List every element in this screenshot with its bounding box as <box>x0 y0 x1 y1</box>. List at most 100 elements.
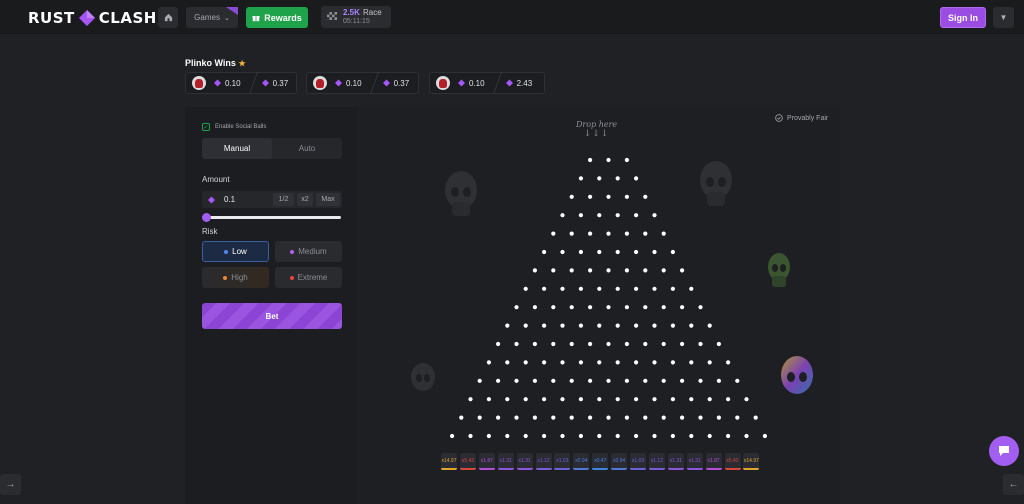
peg <box>578 433 583 439</box>
peg <box>680 305 685 310</box>
green-skull-decoration-icon <box>768 253 790 287</box>
peg <box>569 341 574 347</box>
gem-icon <box>208 196 215 203</box>
peg <box>643 378 648 383</box>
peg <box>716 378 721 383</box>
peg <box>588 341 593 347</box>
peg <box>597 397 602 402</box>
win-card[interactable]: 0.10 0.37 <box>185 72 297 94</box>
double-button[interactable]: x2 <box>297 193 313 206</box>
top-bar: RUST CLASH Games ⌄ Rewards 2.5K Race 05:… <box>0 0 1024 34</box>
max-button[interactable]: Max <box>316 193 340 206</box>
multiplier-bucket: x0.47 <box>592 453 609 470</box>
amount-label: Amount <box>202 175 230 184</box>
peg <box>606 268 611 273</box>
games-dropdown[interactable]: Games ⌄ <box>186 7 238 28</box>
risk-extreme-button[interactable]: Extreme <box>275 267 342 288</box>
peg <box>496 378 501 383</box>
rainbow-skull-decoration-icon <box>781 356 813 394</box>
gem-icon <box>382 79 390 87</box>
peg <box>670 360 675 365</box>
peg <box>615 397 620 402</box>
peg <box>496 341 501 347</box>
win-card[interactable]: 0.10 2.43 <box>429 72 545 94</box>
peg <box>588 415 593 420</box>
sign-in-button[interactable]: Sign In <box>940 7 986 28</box>
multiplier-bucket: x1.31 <box>686 453 703 470</box>
peg <box>588 194 593 199</box>
peg-field <box>450 157 767 439</box>
peg <box>606 378 611 383</box>
peg <box>578 286 583 291</box>
amount-slider-track[interactable] <box>205 216 341 219</box>
peg <box>753 415 758 420</box>
social-balls-toggle[interactable]: ✓ Enable Social Balls <box>202 123 266 131</box>
bet-button[interactable]: Bet <box>202 303 342 329</box>
provably-fair-link[interactable]: Provably Fair <box>775 114 828 122</box>
avatar <box>436 76 450 90</box>
low-dot-icon <box>224 249 229 254</box>
race-timer: 05:11:15 <box>343 18 370 25</box>
peg <box>615 213 620 218</box>
peg <box>698 305 703 310</box>
peg <box>624 268 629 273</box>
peg <box>634 176 639 181</box>
peg <box>578 249 583 255</box>
win-payout: 0.37 <box>382 78 410 88</box>
risk-high-button[interactable]: High <box>202 267 269 288</box>
tab-auto[interactable]: Auto <box>272 138 342 159</box>
race-flag-icon <box>327 12 337 20</box>
expand-right-panel-button[interactable]: ← <box>1003 474 1024 495</box>
multiplier-bucket: x0.94 <box>573 453 590 470</box>
peg <box>578 213 583 218</box>
peg <box>698 415 703 420</box>
home-button[interactable] <box>158 7 178 28</box>
peg <box>578 397 583 402</box>
provably-fair-label: Provably Fair <box>787 114 829 122</box>
amount-field[interactable]: 0.1 1/2 x2 Max <box>202 191 342 208</box>
peg <box>707 360 712 365</box>
risk-medium-button[interactable]: Medium <box>275 241 342 262</box>
peg <box>597 249 602 255</box>
amount-input[interactable]: 0.1 <box>224 195 273 204</box>
peg <box>560 323 565 328</box>
peg <box>652 323 657 328</box>
peg <box>588 231 593 236</box>
half-button[interactable]: 1/2 <box>273 193 294 206</box>
divider <box>492 72 502 94</box>
peg <box>624 305 629 310</box>
peg <box>597 286 602 291</box>
site-logo[interactable]: RUST CLASH <box>28 9 157 27</box>
peg <box>689 397 694 402</box>
peg <box>680 378 685 383</box>
race-widget[interactable]: 2.5K Race 05:11:15 <box>321 6 391 28</box>
peg <box>624 378 629 383</box>
checkbox-checked-icon[interactable]: ✓ <box>202 123 210 131</box>
peg <box>716 341 721 347</box>
menu-dropdown-button[interactable]: ▼ <box>993 7 1014 28</box>
peg <box>661 268 666 273</box>
rewards-button[interactable]: Rewards <box>246 7 308 28</box>
multiplier-bucket: x5.42 <box>724 453 741 470</box>
peg <box>634 433 639 439</box>
peg <box>726 397 731 402</box>
peg <box>505 397 510 402</box>
chat-button[interactable] <box>989 436 1019 466</box>
multiplier-bucket: x14.97 <box>743 453 760 470</box>
peg <box>744 433 749 439</box>
peg <box>652 433 657 439</box>
multiplier-bucket: x1.03 <box>630 453 646 470</box>
chevron-down-icon: ⌄ <box>223 14 230 22</box>
expand-left-panel-button[interactable]: → <box>0 474 21 495</box>
peg <box>514 378 519 383</box>
peg <box>661 231 666 236</box>
win-card[interactable]: 0.10 0.37 <box>306 72 419 94</box>
peg <box>523 360 528 365</box>
amount-slider-handle[interactable] <box>202 213 211 222</box>
win-payout-value: 0.37 <box>393 78 410 88</box>
peg <box>670 323 675 328</box>
risk-low-button[interactable]: Low <box>202 241 269 262</box>
tab-manual[interactable]: Manual <box>202 138 272 159</box>
peg <box>477 378 482 383</box>
peg <box>615 360 620 365</box>
